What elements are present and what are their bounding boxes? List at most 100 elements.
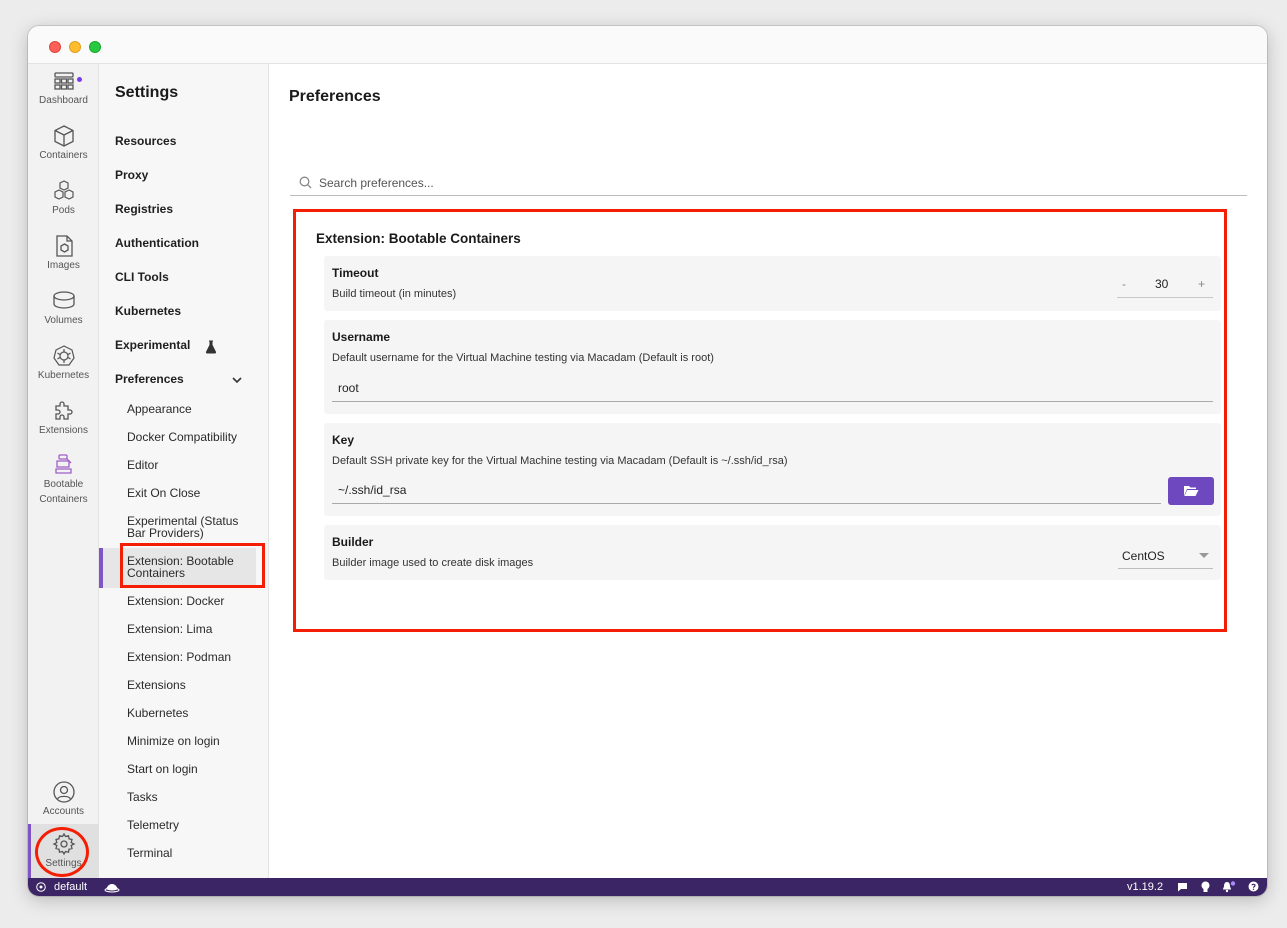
sidebar-subitem-extension-lima[interactable]: Extension: Lima xyxy=(127,623,257,635)
timeout-stepper: - 30 + xyxy=(1117,270,1213,298)
minimize-window-button[interactable] xyxy=(69,41,81,53)
setting-description: Builder image used to create disk images xyxy=(332,557,534,569)
highlight-circle xyxy=(35,827,89,877)
help-icon[interactable] xyxy=(1248,881,1259,892)
bootable-containers-icon xyxy=(54,454,72,474)
search-input[interactable] xyxy=(319,174,1219,192)
nav-label: Volumes xyxy=(44,315,83,326)
decrement-button[interactable]: - xyxy=(1122,277,1126,291)
setting-description: Default SSH private key for the Virtual … xyxy=(332,455,788,467)
kubernetes-icon xyxy=(52,345,75,366)
setting-description: Default username for the Virtual Machine… xyxy=(332,352,714,364)
page-title: Preferences xyxy=(289,88,381,105)
close-window-button[interactable] xyxy=(49,41,61,53)
builder-setting-card: Builder Builder image used to create dis… xyxy=(324,525,1221,580)
sidebar-item-registries[interactable]: Registries xyxy=(115,202,173,216)
sidebar-item-preferences[interactable]: Preferences xyxy=(115,372,184,386)
nav-label: Dashboard xyxy=(39,95,88,106)
sidebar-item-cli-tools[interactable]: CLI Tools xyxy=(115,270,169,284)
builder-select[interactable]: CentOS xyxy=(1118,541,1213,569)
key-input[interactable] xyxy=(332,476,1161,503)
setting-title: Key xyxy=(332,433,355,447)
sidebar-subitem-appearance[interactable]: Appearance xyxy=(127,403,257,415)
status-bar: default v1.19.2 xyxy=(28,878,1267,896)
nav-extensions[interactable]: Extensions xyxy=(28,399,99,436)
sidebar-item-kubernetes[interactable]: Kubernetes xyxy=(115,304,181,318)
bell-icon[interactable] xyxy=(1222,881,1236,893)
images-icon xyxy=(55,235,73,257)
sidebar-subitem-kubernetes[interactable]: Kubernetes xyxy=(127,707,257,719)
volumes-icon xyxy=(52,291,75,309)
sidebar-subitem-exit-on-close[interactable]: Exit On Close xyxy=(127,487,257,499)
builder-selected-value: CentOS xyxy=(1122,549,1165,563)
sidebar-title: Settings xyxy=(115,84,179,101)
sidebar-subitem-extensions[interactable]: Extensions xyxy=(127,679,257,691)
main-content: Preferences Extension: Bootable Containe… xyxy=(269,64,1267,878)
dashboard-icon xyxy=(53,72,74,90)
settings-sidebar: Settings Resources Proxy Registries Auth… xyxy=(99,64,269,878)
nav-label: Kubernetes xyxy=(37,370,90,381)
setting-title: Username xyxy=(332,330,391,344)
kubernetes-context-icon xyxy=(36,882,46,892)
nav-label: Extensions xyxy=(39,425,88,436)
increment-button[interactable]: + xyxy=(1198,277,1205,291)
version-label: v1.19.2 xyxy=(1127,881,1164,893)
chat-icon[interactable] xyxy=(1177,882,1188,892)
nav-dashboard[interactable]: Dashboard xyxy=(28,71,99,106)
dropdown-arrow-icon xyxy=(1199,553,1209,558)
sidebar-subitem-extension-docker[interactable]: Extension: Docker xyxy=(127,595,257,607)
folder-open-icon xyxy=(1184,486,1199,496)
flask-icon xyxy=(205,340,217,354)
sidebar-item-resources[interactable]: Resources xyxy=(115,134,176,148)
context-label[interactable]: default xyxy=(54,881,87,893)
nav-containers[interactable]: Containers xyxy=(28,124,99,161)
sidebar-subitem-terminal[interactable]: Terminal xyxy=(127,847,257,859)
sidebar-subitem-telemetry[interactable]: Telemetry xyxy=(127,819,257,831)
nav-accounts[interactable]: Accounts xyxy=(28,780,99,817)
username-setting-card: Username Default username for the Virtua… xyxy=(324,320,1221,414)
nav-label: Pods xyxy=(52,205,75,216)
notification-dot xyxy=(77,77,82,82)
title-bar xyxy=(28,26,1267,64)
container-icon xyxy=(53,125,74,147)
key-setting-card: Key Default SSH private key for the Virt… xyxy=(324,423,1221,516)
sidebar-item-experimental[interactable]: Experimental xyxy=(115,338,190,352)
hat-icon[interactable] xyxy=(104,881,120,893)
navigation-bar: Dashboard Containers Pods Images Volumes xyxy=(28,64,99,878)
chevron-down-icon[interactable] xyxy=(232,376,242,384)
setting-title: Timeout xyxy=(332,266,379,280)
nav-label: Images xyxy=(47,260,80,271)
nav-bootable-containers[interactable]: Bootable Containers xyxy=(28,453,99,507)
setting-description: Build timeout (in minutes) xyxy=(332,288,457,300)
sidebar-subitem-start-on-login[interactable]: Start on login xyxy=(127,763,257,775)
nav-label: Containers xyxy=(39,150,88,161)
sidebar-item-proxy[interactable]: Proxy xyxy=(115,168,148,182)
timeout-value[interactable]: 30 xyxy=(1155,277,1168,291)
sidebar-subitem-editor[interactable]: Editor xyxy=(127,459,257,471)
sidebar-item-authentication[interactable]: Authentication xyxy=(115,236,199,250)
search-icon xyxy=(299,176,312,189)
section-title: Extension: Bootable Containers xyxy=(316,231,521,246)
setting-title: Builder xyxy=(332,535,374,549)
puzzle-icon xyxy=(54,401,73,420)
username-input[interactable] xyxy=(332,374,1213,401)
sidebar-subitem-minimize-on-login[interactable]: Minimize on login xyxy=(127,735,257,747)
nav-images[interactable]: Images xyxy=(28,234,99,271)
nav-kubernetes[interactable]: Kubernetes xyxy=(28,344,99,381)
key-field xyxy=(332,476,1161,504)
lightbulb-icon[interactable] xyxy=(1201,881,1210,893)
account-icon xyxy=(52,781,75,803)
timeout-setting-card: Timeout Build timeout (in minutes) - 30 … xyxy=(324,256,1221,311)
sidebar-subitem-docker-compatibility[interactable]: Docker Compatibility xyxy=(127,431,257,443)
highlight-box xyxy=(120,543,265,588)
pods-icon xyxy=(53,180,74,200)
sidebar-subitem-tasks[interactable]: Tasks xyxy=(127,791,257,803)
zoom-window-button[interactable] xyxy=(89,41,101,53)
sidebar-subitem-extension-podman[interactable]: Extension: Podman xyxy=(127,651,257,663)
nav-pods[interactable]: Pods xyxy=(28,179,99,216)
browse-file-button[interactable] xyxy=(1168,477,1214,505)
nav-label: Accounts xyxy=(42,806,85,817)
app-window: Dashboard Containers Pods Images Volumes xyxy=(28,26,1267,896)
nav-volumes[interactable]: Volumes xyxy=(28,289,99,326)
sidebar-subitem-experimental-status-bar[interactable]: Experimental (Status Bar Providers) xyxy=(127,515,257,539)
